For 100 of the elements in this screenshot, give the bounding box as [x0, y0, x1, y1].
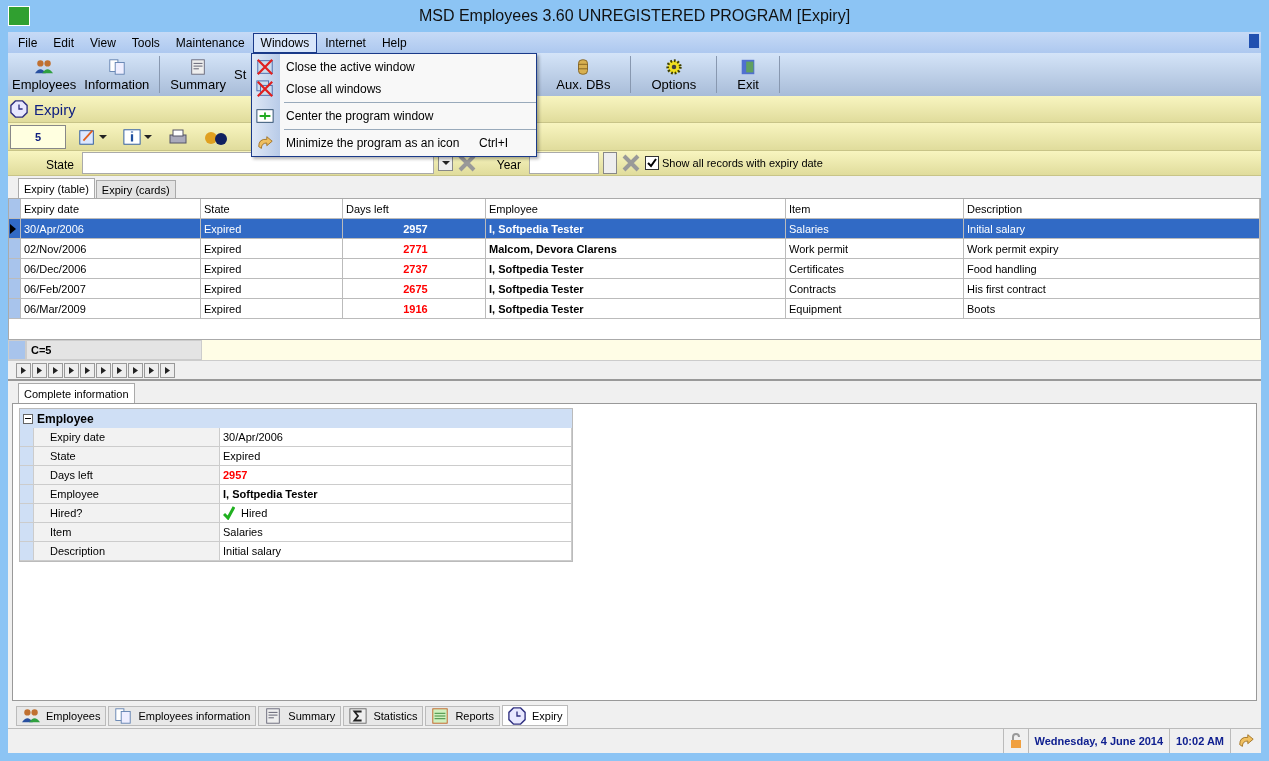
window-title: MSD Employees 3.60 UNREGISTERED PROGRAM [Expiry]: [417, 7, 852, 25]
table-cell: 06/Feb/2007: [21, 279, 201, 299]
menu-item[interactable]: Internet: [317, 32, 374, 53]
property-value: Hired: [241, 507, 268, 519]
table-cell: I, Softpedia Tester: [486, 259, 786, 279]
toolbar-button[interactable]: St: [230, 53, 251, 96]
window-tab[interactable]: Expiry: [501, 705, 569, 726]
dropdown-menu-item[interactable]: Center the program window: [252, 105, 536, 127]
row-indicator: [20, 542, 34, 561]
field-label: Year: [495, 158, 522, 172]
table-row[interactable]: 30/Apr/2006 Expired 2957 I, Softpedia Tester Salaries Initial salary: [9, 219, 1260, 239]
table-cell: 06/Dec/2006: [21, 259, 201, 279]
table-cell: Contracts: [786, 279, 964, 299]
window-tab[interactable]: Reports: [425, 706, 500, 726]
table-cell: Expired: [201, 239, 343, 259]
form-icon: [264, 707, 283, 725]
table-cell: Boots: [964, 299, 1260, 319]
menu-item[interactable]: Tools: [123, 32, 168, 53]
property-label: State: [34, 447, 220, 466]
table-cell: 2957: [343, 219, 486, 239]
property-value: I, Softpedia Tester: [220, 485, 572, 504]
menu-item[interactable]: View: [82, 32, 124, 53]
dropdown-menu-item[interactable]: Close the active window: [252, 56, 536, 78]
toolbar-button[interactable]: Aux. DBs: [542, 53, 625, 96]
table-cell: Food handling: [964, 259, 1260, 279]
window-tab[interactable]: Employees: [16, 706, 107, 726]
menu-item[interactable]: File: [10, 32, 46, 53]
property-value: Expired: [220, 447, 572, 466]
people-icon: [22, 707, 40, 725]
property-value: 30/Apr/2006: [220, 428, 572, 447]
record-count: 5: [10, 124, 66, 149]
menu-item[interactable]: Maintenance: [167, 32, 253, 53]
people-icon: [35, 57, 54, 76]
dropdown-menu-item[interactable]: Minimize the program as an icon Ctrl+I: [252, 132, 536, 154]
menu-item[interactable]: Help: [373, 32, 415, 53]
toolbar-button[interactable]: Information: [80, 53, 154, 96]
property-label: Item: [34, 523, 220, 542]
table-cell: 30/Apr/2006: [21, 219, 201, 239]
table-cell: Malcom, Devora Clarens: [486, 239, 786, 259]
row-indicator: [20, 504, 34, 523]
curved-arrow-icon: [256, 134, 274, 152]
table-cell: Initial salary: [964, 219, 1260, 239]
column-header[interactable]: Item: [786, 199, 964, 219]
table-cell: 1916: [343, 299, 486, 319]
section-title: Expiry: [34, 100, 76, 118]
edit-icon: [78, 127, 96, 146]
table-cell: Expired: [201, 259, 343, 279]
property-label: Hired?: [34, 504, 220, 523]
table-row[interactable]: 06/Dec/2006 Expired 2737 I, Softpedia Tester Certificates Food handling: [9, 259, 1260, 279]
column-header[interactable]: State: [201, 199, 343, 219]
toolbar-button[interactable]: Options: [637, 53, 711, 96]
close-windows-icon: [256, 80, 274, 98]
current-row-icon: [9, 223, 17, 234]
column-header[interactable]: Expiry date: [21, 199, 201, 219]
field-label: State: [44, 158, 75, 172]
close-window-icon: [256, 58, 274, 76]
info-icon: [123, 127, 141, 146]
check-icon: [223, 506, 235, 520]
collapse-icon[interactable]: [23, 413, 33, 424]
table-row[interactable]: 06/Mar/2009 Expired 1916 I, Softpedia Tester Equipment Boots: [9, 299, 1260, 319]
status-time: 10:02 AM: [1169, 729, 1230, 753]
window-tab[interactable]: Employees information: [108, 706, 257, 726]
property-value: Salaries: [220, 523, 572, 542]
spreadsheet-icon: [431, 707, 450, 725]
toolbar-button[interactable]: Exit: [723, 53, 773, 96]
menu-item[interactable]: Edit: [45, 32, 83, 53]
row-indicator: [20, 447, 34, 466]
table-row[interactable]: 06/Feb/2007 Expired 2675 I, Softpedia Tester Contracts His first contract: [9, 279, 1260, 299]
view-tab[interactable]: Expiry (cards): [95, 180, 176, 198]
toolbar-button[interactable]: Summary: [166, 53, 230, 96]
column-header[interactable]: Employee: [486, 199, 786, 219]
nav-next-button[interactable]: [64, 362, 79, 378]
sigma-icon: [349, 707, 368, 725]
view-tab[interactable]: Expiry (table): [18, 178, 95, 198]
checkbox[interactable]: [645, 156, 659, 170]
form-icon: [189, 57, 208, 76]
column-header[interactable]: Days left: [343, 199, 486, 219]
clock-icon: [507, 706, 526, 725]
table-cell: I, Softpedia Tester: [486, 279, 786, 299]
toolbar-button[interactable]: Employees: [8, 53, 81, 96]
table-cell: 2771: [343, 239, 486, 259]
center-window-icon: [256, 107, 274, 125]
window-tab[interactable]: Statistics: [343, 706, 424, 726]
table-cell: 06/Mar/2009: [21, 299, 201, 319]
window-tab[interactable]: Summary: [258, 706, 342, 726]
spin-button[interactable]: [603, 152, 617, 174]
documents-icon: [107, 57, 126, 76]
row-indicator[interactable]: [9, 219, 21, 239]
table-cell: Expired: [201, 299, 343, 319]
detail-tab[interactable]: Complete information: [18, 383, 135, 403]
padlock-icon: [1009, 733, 1022, 749]
table-cell: I, Softpedia Tester: [486, 219, 786, 239]
table-cell: I, Softpedia Tester: [486, 299, 786, 319]
table-row[interactable]: 02/Nov/2006 Expired 2771 Malcom, Devora Clarens Work permit Work permit expiry: [9, 239, 1260, 259]
clock-icon: [10, 100, 28, 118]
column-header[interactable]: Description: [964, 199, 1260, 219]
menu-item[interactable]: Windows: [252, 32, 318, 53]
documents-icon: [114, 707, 133, 725]
table-cell: Expired: [201, 279, 343, 299]
dropdown-menu-item[interactable]: Close all windows: [252, 78, 536, 100]
